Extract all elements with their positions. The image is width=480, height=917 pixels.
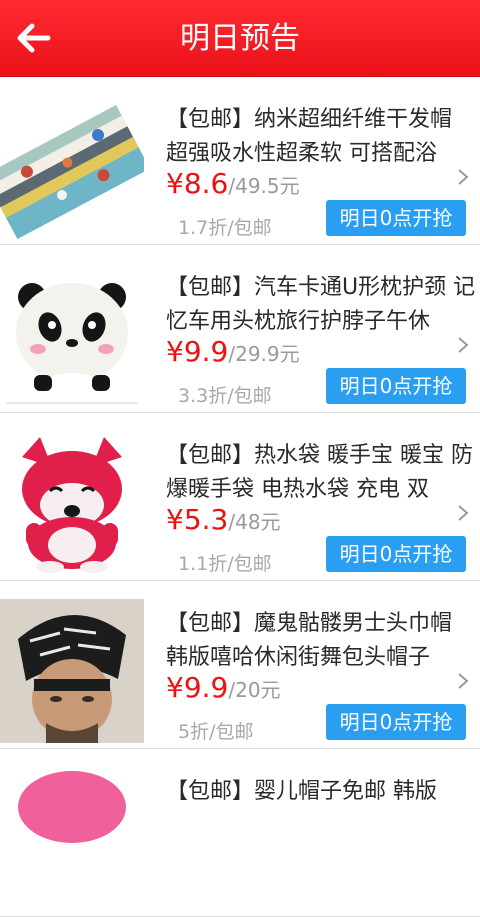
sale-price: 9.9 — [183, 671, 229, 704]
price-row: ¥9.9/20元 — [166, 671, 281, 704]
sale-price: 9.9 — [183, 335, 229, 368]
chevron-right-icon — [458, 505, 469, 521]
product-title: 【包邮】热水袋 暖手宝 暖宝 防爆暖手袋 电热水袋 充电 双 — [166, 443, 473, 502]
list-item[interactable]: 【包邮】魔鬼骷髅男士头巾帽 韩版嘻哈休闲街舞包头帽子 ¥9.9/20元 5折/包… — [0, 581, 480, 749]
discount-info: 1.1折/包邮 — [178, 553, 272, 575]
product-title: 【包邮】汽车卡通U形枕护颈 记忆车用头枕旅行护脖子午休 — [166, 275, 476, 334]
original-price: /48元 — [228, 510, 281, 534]
header-bar: 明日预告 — [0, 0, 480, 77]
product-list: 【包邮】纳米超细纤维干发帽 超强吸水性超柔软 可搭配浴 ¥8.6/49.5元 1… — [0, 77, 480, 917]
original-price: /20元 — [228, 678, 281, 702]
discount-info: 5折/包邮 — [178, 721, 254, 743]
product-image-hot-water-bag — [0, 431, 144, 575]
start-tomorrow-button[interactable]: 明日0点开抢 — [326, 704, 466, 740]
start-tomorrow-button[interactable]: 明日0点开抢 — [326, 200, 466, 236]
product-image-baby-hat — [0, 767, 144, 911]
product-image-panda-pillow — [0, 263, 144, 407]
product-title: 【包邮】魔鬼骷髅男士头巾帽 韩版嘻哈休闲街舞包头帽子 — [166, 611, 453, 670]
price-row: ¥5.3/48元 — [166, 503, 281, 536]
discount-info: 1.7折/包邮 — [178, 217, 272, 239]
start-tomorrow-button[interactable]: 明日0点开抢 — [326, 368, 466, 404]
product-title: 【包邮】婴儿帽子免邮 韩版 — [166, 779, 437, 804]
chevron-right-icon — [458, 337, 469, 353]
currency-symbol: ¥ — [166, 335, 184, 368]
sale-price: 5.3 — [183, 503, 229, 536]
product-image-skull-beanie — [0, 599, 144, 743]
price-row: ¥8.6/49.5元 — [166, 167, 300, 200]
product-image-hair-towel — [0, 95, 144, 239]
original-price: /29.9元 — [228, 342, 300, 366]
original-price: /49.5元 — [228, 174, 300, 198]
list-item[interactable]: 【包邮】纳米超细纤维干发帽 超强吸水性超柔软 可搭配浴 ¥8.6/49.5元 1… — [0, 77, 480, 245]
chevron-right-icon — [458, 673, 469, 689]
product-title: 【包邮】纳米超细纤维干发帽 超强吸水性超柔软 可搭配浴 — [166, 107, 453, 166]
list-item[interactable]: 【包邮】汽车卡通U形枕护颈 记忆车用头枕旅行护脖子午休 ¥9.9/29.9元 3… — [0, 245, 480, 413]
currency-symbol: ¥ — [166, 671, 184, 704]
list-item[interactable]: 【包邮】婴儿帽子免邮 韩版 — [0, 749, 480, 917]
chevron-right-icon — [458, 169, 469, 185]
sale-price: 8.6 — [183, 167, 229, 200]
currency-symbol: ¥ — [166, 503, 184, 536]
discount-info: 3.3折/包邮 — [178, 385, 272, 407]
start-tomorrow-button[interactable]: 明日0点开抢 — [326, 536, 466, 572]
list-item[interactable]: 【包邮】热水袋 暖手宝 暖宝 防爆暖手袋 电热水袋 充电 双 ¥5.3/48元 … — [0, 413, 480, 581]
page-title: 明日预告 — [180, 21, 300, 56]
currency-symbol: ¥ — [166, 167, 184, 200]
price-row: ¥9.9/29.9元 — [166, 335, 300, 368]
